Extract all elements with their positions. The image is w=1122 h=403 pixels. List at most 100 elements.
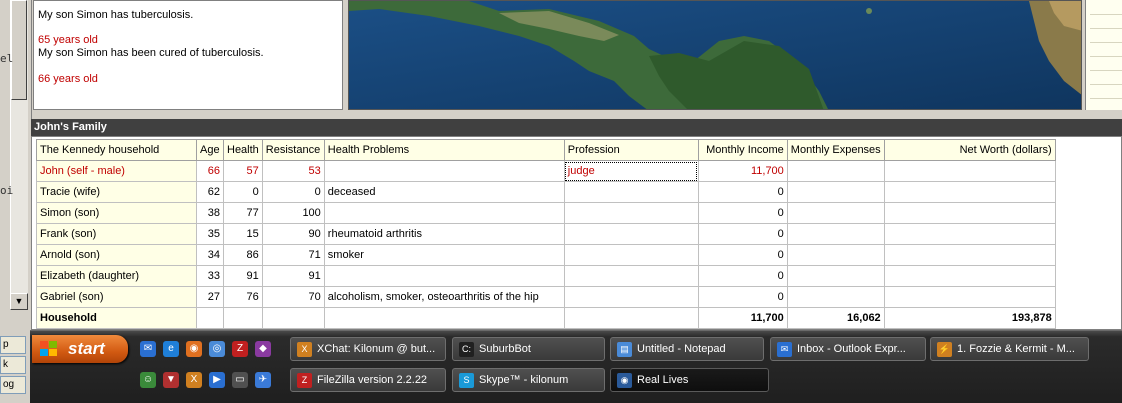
cell-name[interactable]: Tracie (wife) <box>36 181 197 203</box>
column-header-age[interactable]: Age <box>196 139 224 161</box>
table-row[interactable]: Arnold (son) 34 86 71 smoker 0 <box>36 244 1056 266</box>
cell-age[interactable]: 27 <box>196 286 224 308</box>
cell-networth[interactable] <box>883 181 1056 203</box>
cell-age[interactable]: 35 <box>196 223 224 245</box>
taskbar-button[interactable]: C: SuburbBot <box>452 337 605 361</box>
cell-health[interactable]: 57 <box>223 160 263 182</box>
cell-income[interactable]: 0 <box>697 244 788 266</box>
cell-problems[interactable]: alcoholism, smoker, osteoarthritis of th… <box>323 286 565 308</box>
cell-expenses[interactable] <box>786 265 885 287</box>
cell-problems[interactable] <box>323 160 565 182</box>
cell-income[interactable]: 0 <box>697 202 788 224</box>
cell-profession[interactable] <box>563 286 699 308</box>
cell-income[interactable]: 0 <box>697 265 788 287</box>
cell-profession[interactable] <box>563 244 699 266</box>
cell-income[interactable]: 0 <box>697 223 788 245</box>
cell-expenses[interactable] <box>786 160 885 182</box>
column-header-health-problems[interactable]: Health Problems <box>323 139 565 161</box>
cell-problems[interactable]: deceased <box>323 181 565 203</box>
cell-name[interactable]: Gabriel (son) <box>36 286 197 308</box>
cell-income[interactable]: 0 <box>697 181 788 203</box>
cell-age[interactable]: 34 <box>196 244 224 266</box>
firefox-icon[interactable]: ◉ <box>186 341 202 357</box>
taskbar-button[interactable]: X XChat: Kilonum @ but... <box>290 337 446 361</box>
cell-age[interactable]: 62 <box>196 181 224 203</box>
cell-resistance[interactable]: 53 <box>261 160 325 182</box>
cell-profession[interactable] <box>563 223 699 245</box>
cell-name[interactable]: Frank (son) <box>36 223 197 245</box>
cell-age[interactable]: 66 <box>196 160 224 182</box>
cell-health[interactable]: 91 <box>223 265 263 287</box>
cell-health[interactable]: 77 <box>223 202 263 224</box>
column-header-monthly-expenses[interactable]: Monthly Expenses <box>786 139 885 161</box>
start-button[interactable]: start <box>32 335 128 363</box>
notes-panel[interactable] <box>1085 0 1122 110</box>
column-header-monthly-income[interactable]: Monthly Income <box>697 139 788 161</box>
cell-resistance[interactable]: 90 <box>261 223 325 245</box>
background-control[interactable]: k <box>0 356 26 374</box>
ie-icon[interactable]: e <box>163 341 179 357</box>
triangle-icon[interactable]: ▼ <box>163 372 179 388</box>
ghost-icon[interactable]: ◆ <box>255 341 271 357</box>
outlook-icon[interactable]: ✉ <box>140 341 156 357</box>
cell-income[interactable]: 11,700 <box>697 160 788 182</box>
cell-age[interactable]: 33 <box>196 265 224 287</box>
cell-resistance[interactable]: 71 <box>261 244 325 266</box>
cell-profession[interactable] <box>563 202 699 224</box>
cell-health[interactable]: 15 <box>223 223 263 245</box>
cell-expenses[interactable] <box>786 244 885 266</box>
cell-expenses[interactable] <box>786 223 885 245</box>
cell-income[interactable]: 0 <box>697 286 788 308</box>
cell-health[interactable]: 76 <box>223 286 263 308</box>
cell-problems[interactable] <box>323 202 565 224</box>
cell-problems[interactable]: smoker <box>323 244 565 266</box>
taskbar-button[interactable]: Z FileZilla version 2.2.22 <box>290 368 446 392</box>
background-control[interactable]: og <box>0 376 26 394</box>
cell-problems[interactable] <box>323 265 565 287</box>
taskbar-button[interactable]: ⚡ 1. Fozzie & Kermit - M... <box>930 337 1089 361</box>
scroll-down-button[interactable]: ▼ <box>10 293 28 310</box>
background-scroll-thumb[interactable] <box>11 0 27 100</box>
cell-networth[interactable] <box>883 286 1056 308</box>
cell-problems[interactable]: rheumatoid arthritis <box>323 223 565 245</box>
table-row[interactable]: Frank (son) 35 15 90 rheumatoid arthritis 0 <box>36 223 1056 245</box>
cell-resistance[interactable]: 100 <box>261 202 325 224</box>
cell-networth[interactable] <box>883 202 1056 224</box>
cell-health[interactable]: 86 <box>223 244 263 266</box>
cell-resistance[interactable]: 91 <box>261 265 325 287</box>
table-row[interactable]: Simon (son) 38 77 100 0 <box>36 202 1056 224</box>
event-log[interactable]: My son Simon has tuberculosis. 65 years … <box>33 0 343 110</box>
taskbar-button[interactable]: ▤ Untitled - Notepad <box>610 337 764 361</box>
column-header-health[interactable]: Health <box>223 139 263 161</box>
cell-age[interactable]: 38 <box>196 202 224 224</box>
cell-expenses[interactable] <box>786 286 885 308</box>
cell-profession[interactable]: judge <box>563 160 699 182</box>
cell-networth[interactable] <box>883 223 1056 245</box>
column-header-profession[interactable]: Profession <box>563 139 699 161</box>
cell-name[interactable]: Arnold (son) <box>36 244 197 266</box>
cell-name[interactable]: John (self - male) <box>36 160 197 182</box>
table-row[interactable]: Gabriel (son) 27 76 70 alcoholism, smoker, o… <box>36 286 1056 308</box>
background-control[interactable]: p <box>0 336 26 354</box>
cell-profession[interactable] <box>563 181 699 203</box>
cell-expenses[interactable] <box>786 202 885 224</box>
media-icon[interactable]: ▶ <box>209 372 225 388</box>
cell-profession[interactable] <box>563 265 699 287</box>
cell-resistance[interactable]: 0 <box>261 181 325 203</box>
plane-icon[interactable]: ✈ <box>255 372 271 388</box>
cell-expenses[interactable] <box>786 181 885 203</box>
column-header-name[interactable]: The Kennedy household <box>36 139 197 161</box>
cell-networth[interactable] <box>883 265 1056 287</box>
table-row[interactable]: Tracie (wife) 62 0 0 deceased 0 <box>36 181 1056 203</box>
users-icon[interactable]: ☺ <box>140 372 156 388</box>
taskbar-button[interactable]: S Skype™ - kilonum <box>452 368 605 392</box>
world-map[interactable] <box>348 0 1082 110</box>
terminal-icon[interactable]: ▭ <box>232 372 248 388</box>
cell-networth[interactable] <box>883 244 1056 266</box>
column-header-net-worth[interactable]: Net Worth (dollars) <box>883 139 1056 161</box>
globe-icon[interactable]: ◎ <box>209 341 225 357</box>
filezilla-icon[interactable]: Z <box>232 341 248 357</box>
table-row[interactable]: John (self - male) 66 57 53 judge 11,700 <box>36 160 1056 182</box>
taskbar-button[interactable]: ✉ Inbox - Outlook Expr... <box>770 337 926 361</box>
table-row[interactable]: Elizabeth (daughter) 33 91 91 0 <box>36 265 1056 287</box>
